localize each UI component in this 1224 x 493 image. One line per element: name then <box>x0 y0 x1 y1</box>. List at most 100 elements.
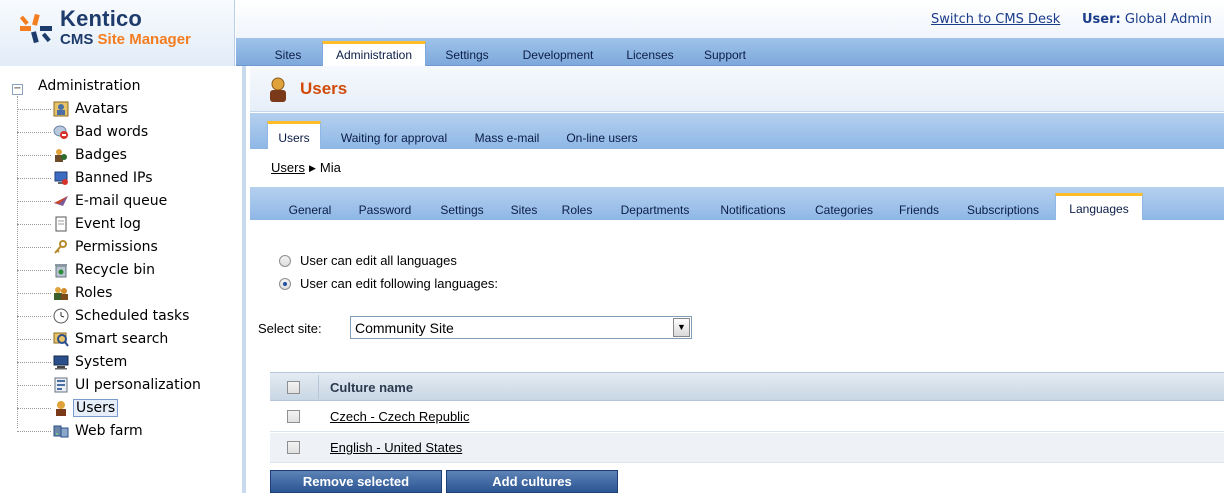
tree-item-label: System <box>75 354 128 370</box>
app-header: Kentico CMS Site Manager Switch to CMS D… <box>0 0 1224 67</box>
tree-item-label: Web farm <box>75 423 143 439</box>
dropdown-arrow-icon[interactable]: ▼ <box>673 318 690 337</box>
tree-item-label: Avatars <box>75 101 128 117</box>
switch-to-cms-desk-link[interactable]: Switch to CMS Desk <box>931 12 1060 27</box>
subtab-online-users[interactable]: On-line users <box>563 127 641 149</box>
tab-roles[interactable]: Roles <box>557 200 597 220</box>
culture-link[interactable]: Czech - Czech Republic <box>330 409 469 424</box>
radio-button[interactable] <box>279 255 291 267</box>
tree-item-scheduled-tasks[interactable]: Scheduled tasks <box>17 306 217 326</box>
banned-ips-icon <box>54 171 68 185</box>
add-cultures-button[interactable]: Add cultures <box>446 470 618 493</box>
main-nav: Sites Administration Settings Developmen… <box>236 38 1224 67</box>
avatars-icon <box>53 101 69 117</box>
main-content: Users Users Waiting for approval Mass e-… <box>250 66 1224 493</box>
tree-item-bad-words[interactable]: Bad words <box>17 122 217 142</box>
culture-link[interactable]: English - United States <box>330 440 462 455</box>
tree-item-recycle-bin[interactable]: Recycle bin <box>17 260 217 280</box>
page-header: Users <box>250 66 1224 112</box>
user-detail-tabs: General Password Settings Sites Roles De… <box>250 187 1224 220</box>
users-subnav: Users Waiting for approval Mass e-mail O… <box>250 113 1224 149</box>
ui-personalization-icon <box>54 377 68 393</box>
tree-item-label: UI personalization <box>75 377 201 393</box>
users-icon <box>56 401 66 416</box>
top-bar: Switch to CMS Desk User: Global Admin <box>236 0 1224 38</box>
tree-item-label: Permissions <box>75 239 158 255</box>
nav-tab-sites[interactable]: Sites <box>268 44 308 66</box>
users-icon <box>270 77 286 102</box>
tab-password[interactable]: Password <box>354 200 416 220</box>
logo-sub-cms: CMS <box>60 31 94 48</box>
permissions-icon <box>54 240 67 254</box>
bad-words-icon <box>53 125 68 139</box>
user-info: User: Global Admin <box>1082 12 1212 27</box>
tab-friends[interactable]: Friends <box>895 200 943 220</box>
tree-item-permissions[interactable]: Permissions <box>17 237 217 257</box>
subtab-mass-email[interactable]: Mass e-mail <box>472 127 542 149</box>
site-select-dropdown[interactable]: Community Site ▼ <box>350 316 692 339</box>
radio-label: User can edit following languages: <box>300 276 499 291</box>
system-icon <box>53 355 69 370</box>
page-title: Users <box>300 79 348 98</box>
kentico-logo-icon <box>19 14 52 44</box>
select-site-label: Select site: <box>258 321 322 336</box>
nav-tab-support[interactable]: Support <box>700 44 750 66</box>
column-header-culture-name[interactable]: Culture name <box>330 380 413 395</box>
tree-item-web-farm[interactable]: Web farm <box>17 421 217 441</box>
nav-tab-settings[interactable]: Settings <box>440 44 494 66</box>
tree-item-label: Users <box>73 399 119 417</box>
radio-button-selected[interactable] <box>279 278 291 290</box>
tree-item-users[interactable]: Users <box>17 398 217 418</box>
tree-item-ui-personalization[interactable]: UI personalization <box>17 375 217 395</box>
tree-item-system[interactable]: System <box>17 352 217 372</box>
tree-item-avatars[interactable]: Avatars <box>17 99 217 119</box>
tab-sites[interactable]: Sites <box>505 200 543 220</box>
breadcrumb-users-link[interactable]: Users <box>271 160 305 175</box>
recycle-bin-icon <box>55 264 67 278</box>
tree-item-label: Bad words <box>75 124 149 140</box>
breadcrumb: Users ▶ Mia <box>271 160 341 175</box>
tab-general[interactable]: General <box>284 200 336 220</box>
tree-item-event-log[interactable]: Event log <box>17 214 217 234</box>
tree-item-roles[interactable]: Roles <box>17 283 217 303</box>
tree-item-label: Event log <box>75 216 141 232</box>
user-label: User: <box>1082 12 1121 27</box>
tree-item-smart-search[interactable]: Smart search <box>17 329 217 349</box>
logo-title: Kentico <box>60 6 143 31</box>
tree-item-badges[interactable]: Badges <box>17 145 217 165</box>
row-checkbox[interactable] <box>287 441 300 454</box>
web-farm-icon <box>53 425 69 438</box>
tree-item-banned-ips[interactable]: Banned IPs <box>17 168 217 188</box>
tab-settings[interactable]: Settings <box>434 200 490 220</box>
nav-tab-development[interactable]: Development <box>518 44 598 66</box>
table-row: Czech - Czech Republic <box>270 402 1224 432</box>
logo-sub-site-manager: Site Manager <box>97 31 191 48</box>
tree-item-label: Smart search <box>75 331 169 347</box>
tree-root-administration[interactable]: Administration <box>38 78 140 94</box>
tab-categories[interactable]: Categories <box>811 200 877 220</box>
tree-item-label: E-mail queue <box>75 193 168 209</box>
nav-tab-administration[interactable]: Administration <box>322 41 426 67</box>
logo-area[interactable]: Kentico CMS Site Manager <box>0 0 235 66</box>
tab-notifications[interactable]: Notifications <box>713 200 793 220</box>
grid-header-row: Culture name <box>270 372 1224 401</box>
radio-label: User can edit all languages <box>300 253 457 268</box>
tab-departments[interactable]: Departments <box>612 200 698 220</box>
collapse-icon[interactable]: − <box>12 84 23 95</box>
remove-selected-button[interactable]: Remove selected <box>270 470 442 493</box>
row-checkbox[interactable] <box>287 410 300 423</box>
scheduled-tasks-icon <box>53 308 69 324</box>
tree-item-label: Banned IPs <box>75 170 153 186</box>
tab-languages[interactable]: Languages <box>1055 193 1143 220</box>
tree-item-label: Recycle bin <box>75 262 155 278</box>
roles-icon <box>54 287 68 300</box>
tab-subscriptions[interactable]: Subscriptions <box>961 200 1045 220</box>
subtab-waiting-for-approval[interactable]: Waiting for approval <box>336 127 452 149</box>
subtab-users[interactable]: Users <box>267 121 321 149</box>
select-all-checkbox[interactable] <box>287 381 300 394</box>
user-name: Global Admin <box>1124 12 1212 27</box>
tree-item-email-queue[interactable]: E-mail queue <box>17 191 217 211</box>
smart-search-icon <box>53 332 69 347</box>
nav-tab-licenses[interactable]: Licenses <box>620 44 680 66</box>
tree-item-label: Badges <box>75 147 127 163</box>
